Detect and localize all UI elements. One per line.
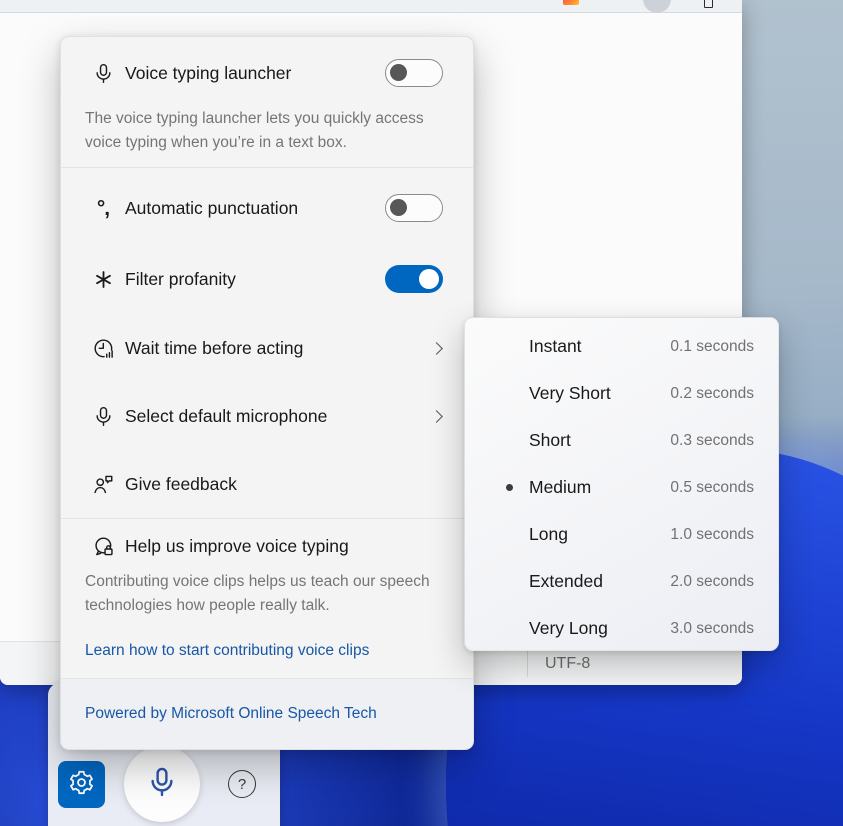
menu-item-select-default-microphone[interactable]: Select default microphone (61, 382, 473, 450)
option-value: 0.1 seconds (670, 338, 754, 356)
launcher-description: The voice typing launcher lets you quick… (85, 107, 449, 155)
section-divider (61, 167, 473, 168)
contribute-voice-clips-link[interactable]: Learn how to start contributing voice cl… (85, 642, 369, 660)
toggle-knob (390, 199, 407, 216)
toggle-knob (390, 64, 407, 81)
status-bar-divider (527, 651, 528, 677)
flyout-footer: Powered by Microsoft Online Speech Tech (61, 678, 473, 749)
menu-item-automatic-punctuation[interactable]: °, Automatic punctuation (61, 174, 473, 242)
chevron-right-icon (430, 410, 443, 423)
section-divider (61, 678, 473, 679)
wait-option-extended[interactable]: Extended 2.0 seconds (465, 558, 778, 605)
voice-typing-settings-flyout: Voice typing launcher The voice typing l… (60, 36, 474, 750)
option-label: Extended (529, 571, 670, 592)
menu-item-label: Help us improve voice typing (125, 536, 443, 557)
settings-button[interactable] (58, 761, 105, 808)
option-label: Very Short (529, 383, 670, 404)
voice-typing-mic-button[interactable] (124, 746, 200, 822)
section-divider (61, 518, 473, 519)
option-value: 0.2 seconds (670, 385, 754, 403)
menu-item-help-us-improve[interactable]: Help us improve voice typing (61, 520, 473, 572)
microphone-icon (81, 405, 125, 428)
wait-option-medium[interactable]: Medium 0.5 seconds (465, 464, 778, 511)
gear-icon (68, 769, 95, 801)
menu-item-label: Select default microphone (125, 406, 432, 427)
toggle-knob (419, 269, 439, 289)
browser-icon (563, 0, 579, 5)
option-value: 3.0 seconds (670, 620, 754, 638)
wait-time-submenu: Instant 0.1 seconds Very Short 0.2 secon… (464, 317, 779, 651)
menu-item-give-feedback[interactable]: Give feedback (61, 450, 473, 518)
option-label: Medium (529, 477, 670, 498)
option-label: Short (529, 430, 670, 451)
menu-item-voice-typing-launcher[interactable]: Voice typing launcher (61, 45, 473, 101)
help-description: Contributing voice clips helps us teach … (85, 570, 449, 618)
asterisk-icon (81, 269, 125, 290)
menu-item-label: Filter profanity (125, 269, 385, 290)
background-window-toolbar (0, 0, 742, 13)
menu-item-filter-profanity[interactable]: Filter profanity (61, 244, 473, 314)
menu-item-label: Automatic punctuation (125, 198, 385, 219)
option-label: Very Long (529, 618, 670, 639)
wait-option-short[interactable]: Short 0.3 seconds (465, 417, 778, 464)
menu-item-label: Give feedback (125, 474, 443, 495)
clock-bars-icon (81, 337, 125, 360)
question-mark-icon: ? (238, 776, 246, 793)
wait-option-very-long[interactable]: Very Long 3.0 seconds (465, 605, 778, 652)
option-label: Instant (529, 336, 670, 357)
extension-icon (704, 0, 713, 8)
menu-item-label: Voice typing launcher (125, 63, 385, 84)
wait-option-instant[interactable]: Instant 0.1 seconds (465, 323, 778, 370)
voice-typing-launcher-toggle[interactable] (385, 59, 443, 87)
menu-item-label: Wait time before acting (125, 338, 432, 359)
wait-option-very-short[interactable]: Very Short 0.2 seconds (465, 370, 778, 417)
selected-bullet-icon (489, 484, 529, 491)
option-value: 1.0 seconds (670, 526, 754, 544)
option-value: 0.3 seconds (670, 432, 754, 450)
chevron-right-icon (430, 342, 443, 355)
wait-option-long[interactable]: Long 1.0 seconds (465, 511, 778, 558)
option-label: Long (529, 524, 670, 545)
powered-by-link[interactable]: Powered by Microsoft Online Speech Tech (85, 705, 377, 723)
automatic-punctuation-toggle[interactable] (385, 194, 443, 222)
menu-item-wait-time[interactable]: Wait time before acting (61, 314, 473, 382)
feedback-person-icon (81, 473, 125, 496)
option-value: 2.0 seconds (670, 573, 754, 591)
microphone-icon (145, 765, 179, 804)
filter-profanity-toggle[interactable] (385, 265, 443, 293)
screen: UTF-8 ? (0, 0, 843, 826)
help-button[interactable]: ? (228, 770, 256, 798)
avatar (643, 0, 671, 13)
speech-bubble-lock-icon (81, 535, 125, 558)
option-value: 0.5 seconds (670, 479, 754, 497)
punctuation-icon: °, (81, 198, 125, 219)
microphone-icon (81, 62, 125, 85)
